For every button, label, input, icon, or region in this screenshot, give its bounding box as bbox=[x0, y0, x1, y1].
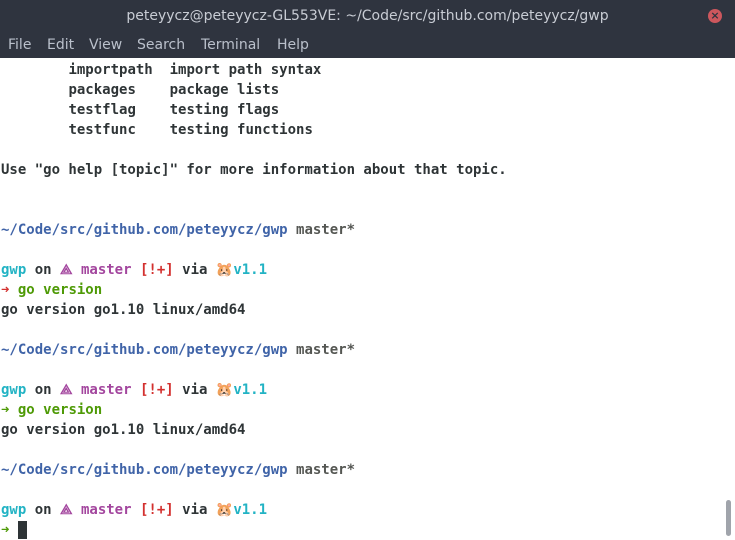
prompt-git-status: [!+] bbox=[139, 262, 174, 278]
help-topic-row: packages package lists bbox=[1, 80, 279, 100]
prompt-via: via bbox=[182, 382, 208, 398]
help-topic-row: importpath import path syntax bbox=[1, 60, 321, 80]
menu-terminal[interactable]: Terminal bbox=[201, 37, 260, 53]
command-line: ➜ go version bbox=[1, 400, 102, 420]
vertical-scrollbar[interactable] bbox=[720, 58, 735, 540]
go-gopher-icon: 🐹 bbox=[215, 502, 234, 518]
git-branch-icon: ⟁ bbox=[60, 262, 73, 278]
topic-desc: import path syntax bbox=[169, 62, 322, 78]
prompt-path-line: ~/Code/src/github.com/peteyycz/gwp maste… bbox=[1, 220, 355, 240]
close-icon[interactable]: × bbox=[708, 9, 722, 23]
menu-bar: File Edit View Search Terminal Help bbox=[0, 32, 735, 58]
prompt-via: via bbox=[182, 262, 208, 278]
menu-edit[interactable]: Edit bbox=[47, 37, 74, 53]
command-output: go version go1.10 linux/amd64 bbox=[1, 422, 246, 438]
git-branch-icon: ⟁ bbox=[60, 382, 73, 398]
prompt-version: v1.1 bbox=[233, 382, 268, 398]
prompt-path: ~/Code/src/github.com/peteyycz/gwp bbox=[1, 342, 288, 358]
terminal-output[interactable]: importpath import path syntax packages p… bbox=[0, 58, 720, 540]
prompt-branch: master bbox=[80, 262, 132, 278]
menu-file[interactable]: File bbox=[8, 37, 31, 53]
prompt-git-status: [!+] bbox=[139, 502, 174, 518]
prompt-path-line: ~/Code/src/github.com/peteyycz/gwp maste… bbox=[1, 340, 355, 360]
prompt-git-status: [!+] bbox=[139, 382, 174, 398]
prompt-dir: gwp bbox=[1, 502, 27, 518]
prompt-version: v1.1 bbox=[233, 502, 268, 518]
prompt-path: ~/Code/src/github.com/peteyycz/gwp bbox=[1, 222, 288, 238]
prompt-on: on bbox=[34, 502, 52, 518]
topic-name: importpath bbox=[68, 62, 153, 78]
go-gopher-icon: 🐹 bbox=[215, 262, 234, 278]
menu-help[interactable]: Help bbox=[277, 37, 309, 53]
prompt-dir: gwp bbox=[1, 382, 27, 398]
command-text: go version bbox=[17, 282, 103, 298]
command-line: ➜ go version bbox=[1, 280, 102, 300]
command-input-line[interactable]: ➜ bbox=[1, 520, 27, 540]
prompt-arrow-icon: ➜ bbox=[1, 282, 10, 298]
go-gopher-icon: 🐹 bbox=[215, 382, 234, 398]
topic-desc: testing flags bbox=[169, 102, 280, 118]
help-topic-row: testfunc testing functions bbox=[1, 120, 313, 140]
window-title: peteyycz@peteyycz-GL553VE: ~/Code/src/gi… bbox=[126, 8, 609, 24]
topic-desc: testing functions bbox=[169, 122, 313, 138]
terminal-window: peteyycz@peteyycz-GL553VE: ~/Code/src/gi… bbox=[0, 0, 735, 540]
menu-search[interactable]: Search bbox=[137, 37, 185, 53]
git-branch-icon: ⟁ bbox=[60, 502, 73, 518]
prompt-status-line: gwp on ⟁ master [!+] via 🐹v1.1 bbox=[1, 380, 267, 400]
prompt-on: on bbox=[34, 262, 52, 278]
prompt-arrow-icon: ➜ bbox=[1, 522, 10, 538]
prompt-path: ~/Code/src/github.com/peteyycz/gwp bbox=[1, 462, 288, 478]
command-text: go version bbox=[17, 402, 103, 418]
help-topic-row: testflag testing flags bbox=[1, 100, 279, 120]
prompt-on: on bbox=[34, 382, 52, 398]
text-cursor bbox=[17, 521, 27, 539]
title-bar[interactable]: peteyycz@peteyycz-GL553VE: ~/Code/src/gi… bbox=[0, 0, 735, 32]
prompt-dir: gwp bbox=[1, 262, 27, 278]
prompt-branch: master bbox=[80, 502, 132, 518]
topic-name: testfunc bbox=[68, 122, 136, 138]
prompt-branch-label: master* bbox=[296, 342, 356, 358]
prompt-branch: master bbox=[80, 382, 132, 398]
prompt-via: via bbox=[182, 502, 208, 518]
prompt-version: v1.1 bbox=[233, 262, 268, 278]
scrollbar-thumb[interactable] bbox=[726, 500, 731, 536]
prompt-arrow-icon: ➜ bbox=[1, 402, 10, 418]
topic-name: packages bbox=[68, 82, 136, 98]
topic-desc: package lists bbox=[169, 82, 280, 98]
prompt-branch-label: master* bbox=[296, 222, 356, 238]
prompt-path-line: ~/Code/src/github.com/peteyycz/gwp maste… bbox=[1, 460, 355, 480]
command-output: go version go1.10 linux/amd64 bbox=[1, 302, 246, 318]
topic-name: testflag bbox=[68, 102, 136, 118]
prompt-status-line: gwp on ⟁ master [!+] via 🐹v1.1 bbox=[1, 500, 267, 520]
help-hint: Use "go help [topic]" for more informati… bbox=[1, 162, 507, 178]
menu-view[interactable]: View bbox=[89, 37, 122, 53]
prompt-branch-label: master* bbox=[296, 462, 356, 478]
prompt-status-line: gwp on ⟁ master [!+] via 🐹v1.1 bbox=[1, 260, 267, 280]
